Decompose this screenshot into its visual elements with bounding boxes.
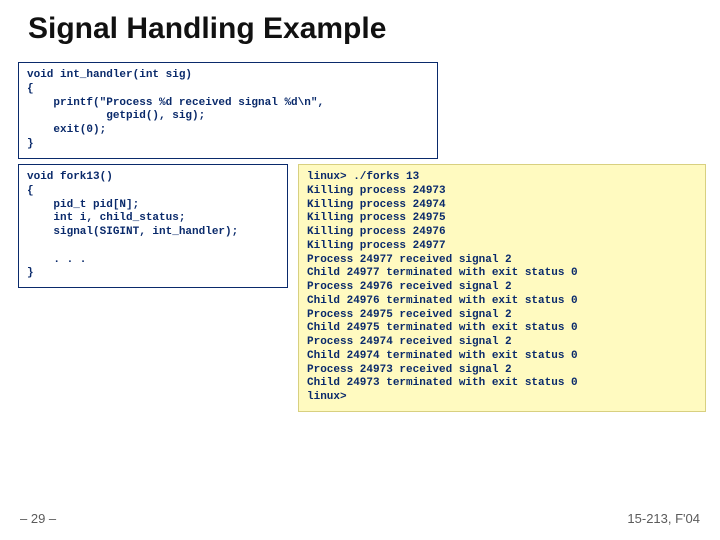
- slide-title: Signal Handling Example: [0, 0, 720, 52]
- terminal-output: linux> ./forks 13 Killing process 24973 …: [298, 164, 706, 412]
- code-block-fork: void fork13() { pid_t pid[N]; int i, chi…: [18, 164, 288, 288]
- page-number: – 29 –: [20, 511, 56, 526]
- code-block-handler: void int_handler(int sig) { printf("Proc…: [18, 62, 438, 159]
- course-label: 15-213, F'04: [627, 511, 700, 526]
